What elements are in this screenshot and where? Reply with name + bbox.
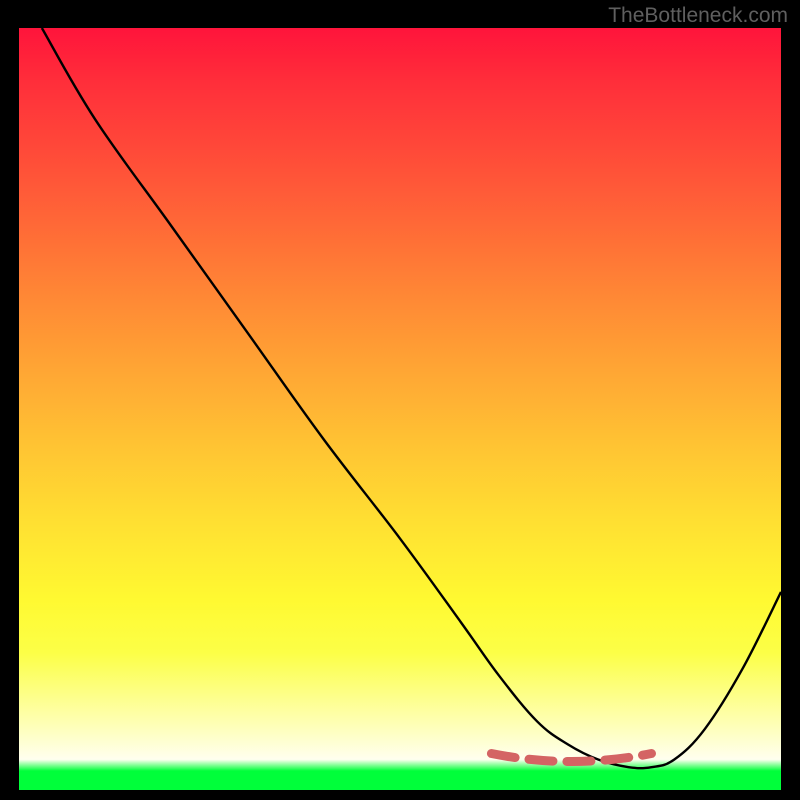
chart-frame <box>19 28 781 790</box>
watermark-text: TheBottleneck.com <box>608 4 788 28</box>
optimal-band-marker <box>19 28 781 790</box>
